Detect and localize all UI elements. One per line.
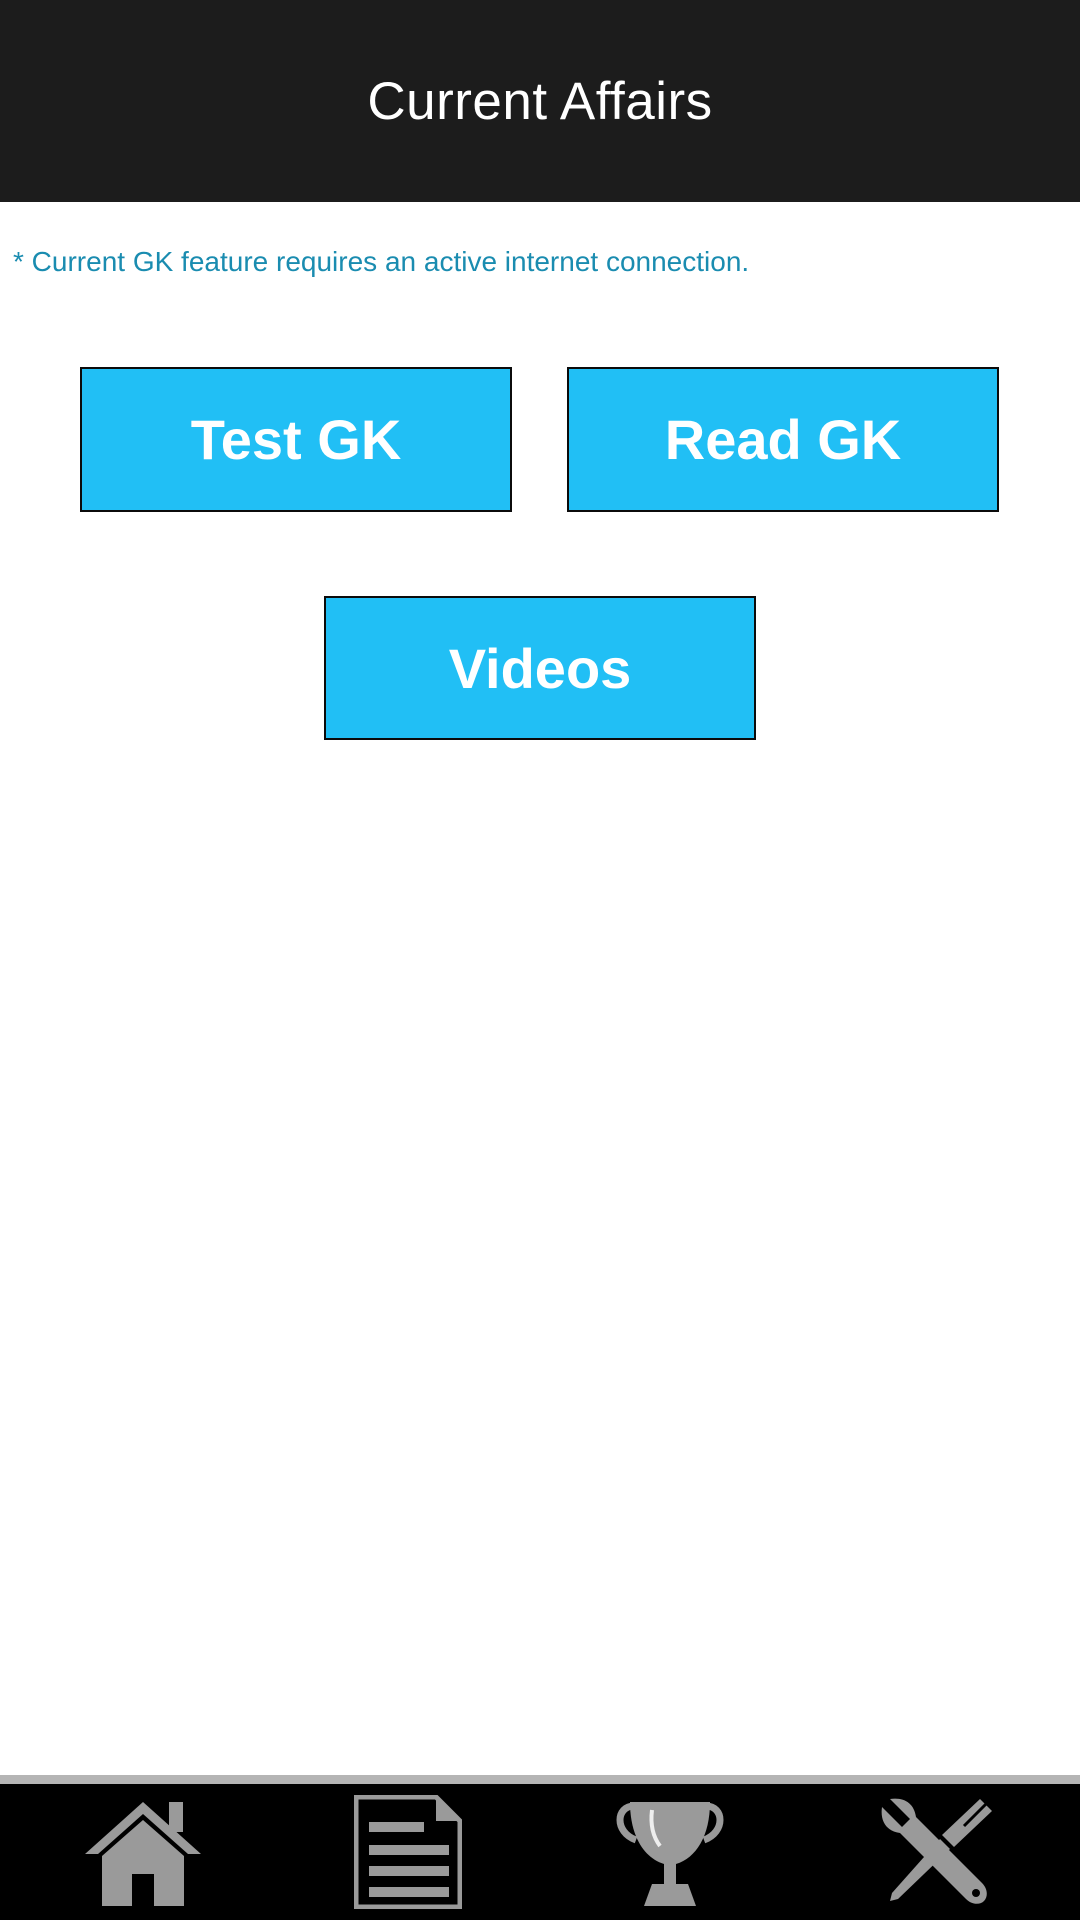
nav-home[interactable] bbox=[8, 1784, 278, 1920]
tools-icon bbox=[881, 1798, 992, 1904]
internet-notice: * Current GK feature requires an active … bbox=[13, 246, 750, 277]
nav-trophy[interactable] bbox=[535, 1784, 805, 1920]
videos-button[interactable]: Videos bbox=[324, 596, 756, 740]
nav-tools[interactable] bbox=[802, 1784, 1072, 1920]
trophy-icon bbox=[616, 1802, 724, 1906]
app-screen: Current Affairs * Current GK feature req… bbox=[0, 0, 1080, 1920]
document-icon bbox=[354, 1795, 462, 1909]
bottom-nav-bar bbox=[0, 1784, 1080, 1920]
test-gk-button[interactable]: Test GK bbox=[80, 367, 512, 512]
nav-document[interactable] bbox=[273, 1784, 543, 1920]
read-gk-button[interactable]: Read GK bbox=[567, 367, 999, 512]
app-header: Current Affairs bbox=[0, 0, 1080, 202]
home-icon bbox=[85, 1802, 201, 1906]
page-title: Current Affairs bbox=[367, 71, 713, 131]
bottom-divider bbox=[0, 1775, 1080, 1784]
